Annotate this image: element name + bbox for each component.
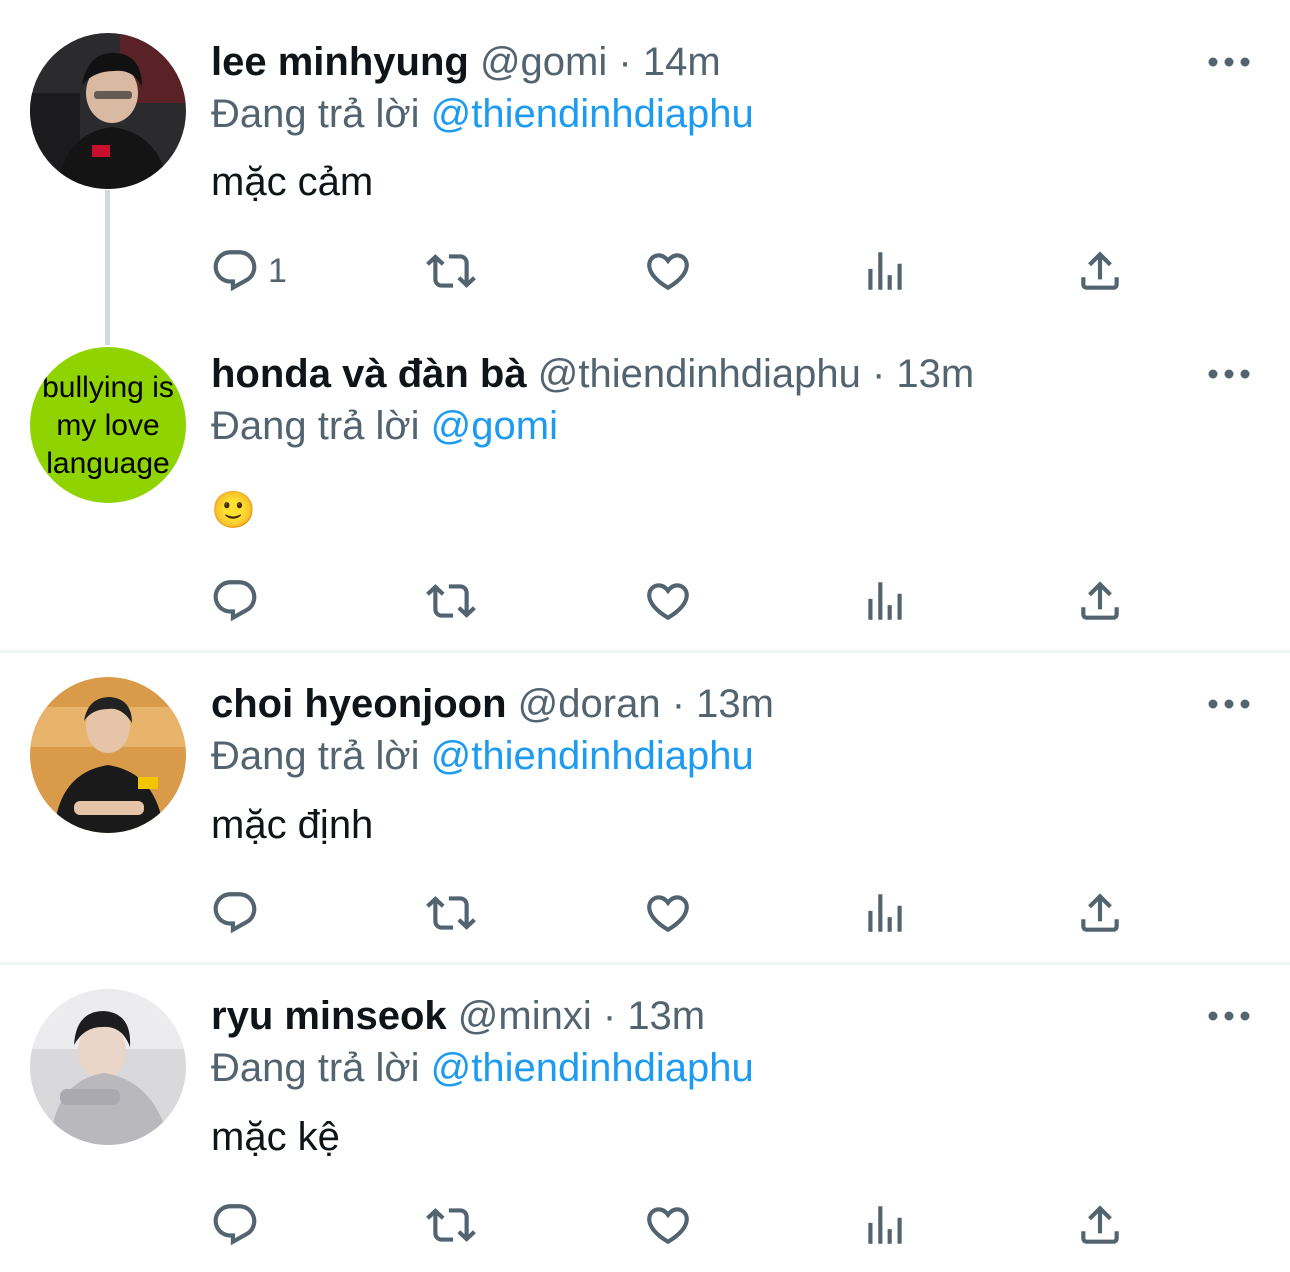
share-button[interactable] (1075, 574, 1125, 628)
replying-to-label: Đang trả lời (211, 734, 420, 778)
replying-to: Đang trả lời @gomi (211, 402, 558, 450)
retweet-icon (426, 576, 476, 626)
timestamp[interactable]: 14m (643, 40, 721, 84)
more-icon[interactable] (1205, 52, 1253, 72)
like-button[interactable] (643, 886, 693, 940)
views-button[interactable] (860, 574, 910, 628)
retweet-icon (426, 1200, 476, 1250)
reply-icon (210, 888, 260, 938)
reply-icon (210, 576, 260, 626)
tweet-actions (210, 574, 1150, 628)
retweet-button[interactable] (426, 574, 476, 628)
user-handle[interactable]: @minxi (458, 994, 592, 1038)
tweet[interactable]: ryu minseok @minxi · 13m Đang trả lời @t… (0, 965, 1290, 1272)
tweet-actions: 1 (210, 244, 1150, 298)
like-button[interactable] (643, 1198, 693, 1252)
avatar-text-1: bullying is (42, 371, 174, 404)
more-icon[interactable] (1205, 694, 1253, 714)
avatar[interactable]: bullying is my love language (30, 347, 186, 503)
retweet-button[interactable] (426, 244, 476, 298)
like-button[interactable] (643, 574, 693, 628)
reply-button[interactable] (210, 574, 260, 628)
mention-link[interactable]: @thiendinhdiaphu (431, 92, 754, 136)
share-button[interactable] (1075, 244, 1125, 298)
tweet-text: mặc định (211, 803, 374, 847)
views-button[interactable] (860, 1198, 910, 1252)
tweet[interactable]: lee minhyung @gomi · 14m Đang trả lời @t… (0, 0, 1290, 345)
tweet-header: lee minhyung @gomi · 14m (211, 38, 721, 86)
views-icon (860, 246, 910, 296)
retweet-icon (426, 246, 476, 296)
avatar-text-2: my love (56, 409, 159, 442)
mention-link[interactable]: @thiendinhdiaphu (431, 734, 754, 778)
display-name[interactable]: lee minhyung (211, 40, 469, 84)
like-icon (643, 1200, 693, 1250)
thread-line (105, 190, 110, 345)
reply-button[interactable]: 1 (210, 244, 287, 298)
replying-to-label: Đang trả lời (211, 1046, 420, 1090)
timestamp[interactable]: 13m (896, 352, 974, 396)
tweet-header: ryu minseok @minxi · 13m (211, 992, 705, 1040)
reply-icon (210, 1200, 260, 1250)
avatar[interactable] (30, 33, 186, 189)
replying-to: Đang trả lời @thiendinhdiaphu (211, 90, 754, 138)
reply-button[interactable] (210, 1198, 260, 1252)
separator: · (871, 352, 886, 396)
timestamp[interactable]: 13m (627, 994, 705, 1038)
replying-to: Đang trả lời @thiendinhdiaphu (211, 1044, 754, 1092)
user-handle[interactable]: @thiendinhdiaphu (538, 352, 861, 396)
views-button[interactable] (860, 244, 910, 298)
share-icon (1075, 246, 1125, 296)
views-icon (860, 576, 910, 626)
mention-link[interactable]: @thiendinhdiaphu (431, 1046, 754, 1090)
tweet-header: honda và đàn bà @thiendinhdiaphu · 13m (211, 350, 974, 398)
more-icon[interactable] (1205, 364, 1253, 384)
separator: · (602, 994, 617, 1038)
tweet-actions (210, 1198, 1150, 1252)
avatar[interactable] (30, 677, 186, 833)
views-button[interactable] (860, 886, 910, 940)
tweet-text: 🙂 (211, 489, 256, 530)
views-icon (860, 1200, 910, 1250)
avatar[interactable] (30, 989, 186, 1145)
display-name[interactable]: ryu minseok (211, 994, 447, 1038)
like-icon (643, 246, 693, 296)
mention-link[interactable]: @gomi (431, 404, 558, 448)
retweet-button[interactable] (426, 1198, 476, 1252)
avatar-text-3: language (46, 447, 169, 480)
replying-to: Đang trả lời @thiendinhdiaphu (211, 732, 754, 780)
retweet-button[interactable] (426, 886, 476, 940)
share-icon (1075, 1200, 1125, 1250)
share-icon (1075, 576, 1125, 626)
like-icon (643, 888, 693, 938)
share-button[interactable] (1075, 1198, 1125, 1252)
display-name[interactable]: honda và đàn bà (211, 352, 527, 396)
like-button[interactable] (643, 244, 693, 298)
replying-to-label: Đang trả lời (211, 92, 420, 136)
display-name[interactable]: choi hyeonjoon (211, 682, 507, 726)
user-handle[interactable]: @doran (518, 682, 661, 726)
tweet[interactable]: choi hyeonjoon @doran · 13m Đang trả lời… (0, 653, 1290, 963)
separator: · (618, 40, 632, 84)
tweet[interactable]: bullying is my love language honda và đà… (0, 330, 1290, 650)
tweet-actions (210, 886, 1150, 940)
tweet-header: choi hyeonjoon @doran · 13m (211, 680, 774, 728)
reply-button[interactable] (210, 886, 260, 940)
retweet-icon (426, 888, 476, 938)
timestamp[interactable]: 13m (696, 682, 774, 726)
like-icon (643, 576, 693, 626)
share-button[interactable] (1075, 886, 1125, 940)
reply-count: 1 (268, 251, 287, 290)
tweet-text: mặc kệ (211, 1115, 340, 1159)
reply-icon (210, 246, 260, 296)
tweet-text: mặc cảm (211, 160, 374, 204)
separator: · (671, 682, 686, 726)
more-icon[interactable] (1205, 1006, 1253, 1026)
share-icon (1075, 888, 1125, 938)
replying-to-label: Đang trả lời (211, 404, 420, 448)
user-handle[interactable]: @gomi (480, 40, 607, 84)
views-icon (860, 888, 910, 938)
